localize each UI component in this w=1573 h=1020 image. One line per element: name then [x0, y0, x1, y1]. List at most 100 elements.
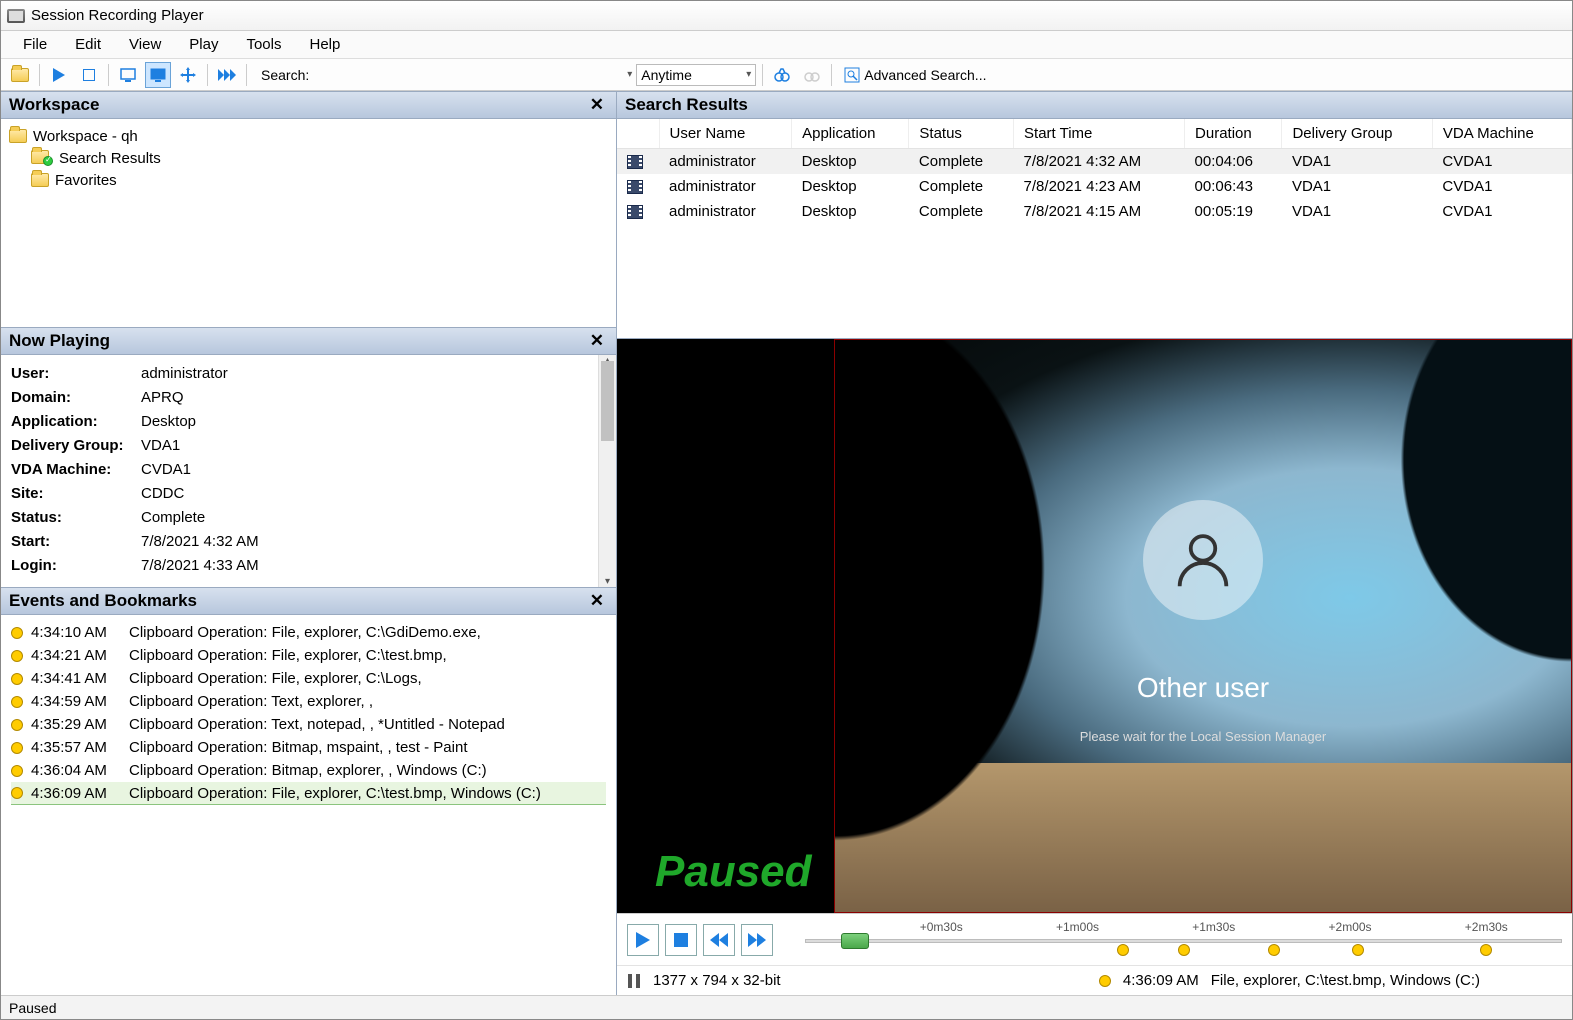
separator	[108, 64, 109, 86]
scroll-thumb[interactable]	[601, 361, 614, 441]
advanced-search-icon	[844, 67, 860, 83]
event-marker[interactable]	[1480, 944, 1492, 956]
film-icon	[627, 180, 643, 194]
column-header[interactable]: Start Time	[1014, 119, 1185, 149]
menu-edit[interactable]: Edit	[61, 32, 115, 57]
cell-start: 7/8/2021 4:32 AM	[1014, 149, 1185, 175]
stop-control-button[interactable]	[665, 924, 697, 956]
column-header[interactable]: Application	[792, 119, 909, 149]
column-header[interactable]: Status	[909, 119, 1014, 149]
event-text: Clipboard Operation: Bitmap, mspaint, , …	[129, 739, 468, 756]
tick-label: +2m30s	[1465, 920, 1508, 934]
event-text: Clipboard Operation: Text, notepad, , *U…	[129, 716, 505, 733]
folder-icon	[31, 173, 49, 187]
event-marker[interactable]	[1117, 944, 1129, 956]
event-dot-icon	[1099, 975, 1111, 987]
statusbar: Paused	[1, 995, 1572, 1019]
play-control-button[interactable]	[627, 924, 659, 956]
events-close-button[interactable]: ✕	[586, 591, 608, 611]
stop-button[interactable]	[76, 62, 102, 88]
rewind-button[interactable]	[703, 924, 735, 956]
event-dot-icon	[11, 765, 23, 777]
search-results-header: Search Results	[617, 91, 1572, 119]
cell-start: 7/8/2021 4:23 AM	[1014, 174, 1185, 199]
now-playing-close-button[interactable]: ✕	[586, 331, 608, 351]
column-header[interactable]: VDA Machine	[1432, 119, 1571, 149]
event-row[interactable]: 4:34:10 AMClipboard Operation: File, exp…	[11, 621, 606, 644]
time-filter-dropdown[interactable]: Anytime	[636, 64, 756, 86]
binoculars-grey-icon	[804, 67, 820, 83]
cell-start: 7/8/2021 4:15 AM	[1014, 199, 1185, 224]
please-wait-label: Please wait for the Local Session Manage…	[1080, 729, 1326, 744]
play-button[interactable]	[46, 62, 72, 88]
menu-play[interactable]: Play	[175, 32, 232, 57]
np-label: VDA Machine:	[11, 461, 141, 478]
cell-user: administrator	[659, 149, 792, 175]
menu-file[interactable]: File	[9, 32, 61, 57]
event-row[interactable]: 4:36:09 AMClipboard Operation: File, exp…	[11, 782, 606, 805]
forward-button[interactable]	[741, 924, 773, 956]
actual-size-button[interactable]	[145, 62, 171, 88]
slider-thumb[interactable]	[841, 933, 869, 949]
search-results-body: User NameApplicationStatusStart TimeDura…	[617, 119, 1572, 339]
player-viewport[interactable]: Other user Please wait for the Local Ses…	[617, 339, 1572, 913]
workspace-close-button[interactable]: ✕	[586, 95, 608, 115]
event-marker[interactable]	[1268, 944, 1280, 956]
column-header[interactable]: Delivery Group	[1282, 119, 1432, 149]
separator	[246, 64, 247, 86]
tree-item-favorites[interactable]: Favorites	[31, 169, 608, 191]
cell-status: Complete	[909, 174, 1014, 199]
fast-forward-icon	[218, 69, 236, 81]
event-row[interactable]: 4:36:04 AMClipboard Operation: Bitmap, e…	[11, 759, 606, 782]
workspace-tree: Workspace - qh Search Results Favorites	[1, 119, 616, 327]
workspace-root-label: Workspace - qh	[33, 128, 138, 145]
table-row[interactable]: administratorDesktopComplete7/8/2021 4:1…	[617, 199, 1572, 224]
search-input[interactable]	[313, 64, 623, 86]
open-button[interactable]	[7, 62, 33, 88]
event-row[interactable]: 4:34:59 AMClipboard Operation: Text, exp…	[11, 690, 606, 713]
np-value: VDA1	[141, 437, 180, 454]
status-text: Paused	[9, 1000, 56, 1016]
menu-help[interactable]: Help	[296, 32, 355, 57]
events-list: 4:34:10 AMClipboard Operation: File, exp…	[1, 615, 616, 995]
advanced-search-button[interactable]: Advanced Search...	[838, 67, 992, 83]
cell-dg: VDA1	[1282, 149, 1432, 175]
timeline-slider[interactable]: +0m30s +1m00s +1m30s +2m00s +2m30s	[805, 924, 1562, 956]
tree-item-search-results[interactable]: Search Results	[31, 147, 608, 169]
np-value: CDDC	[141, 485, 184, 502]
pan-button[interactable]	[175, 62, 201, 88]
event-dot-icon	[11, 627, 23, 639]
event-marker[interactable]	[1352, 944, 1364, 956]
tick-label: +1m00s	[1056, 920, 1099, 934]
event-row[interactable]: 4:35:57 AMClipboard Operation: Bitmap, m…	[11, 736, 606, 759]
window-fit-button[interactable]	[115, 62, 141, 88]
workspace-header: Workspace ✕	[1, 91, 616, 119]
menu-tools[interactable]: Tools	[232, 32, 295, 57]
scroll-down-icon[interactable]: ▾	[599, 576, 616, 587]
event-row[interactable]: 4:35:29 AMClipboard Operation: Text, not…	[11, 713, 606, 736]
monitor-icon	[120, 68, 136, 82]
event-text: Clipboard Operation: Bitmap, explorer, ,…	[129, 762, 487, 779]
now-playing-title: Now Playing	[9, 331, 110, 351]
table-row[interactable]: administratorDesktopComplete7/8/2021 4:2…	[617, 174, 1572, 199]
table-row[interactable]: administratorDesktopComplete7/8/2021 4:3…	[617, 149, 1572, 175]
column-header[interactable]: User Name	[659, 119, 792, 149]
play-icon	[636, 932, 650, 948]
tick-label: +0m30s	[920, 920, 963, 934]
paused-overlay: Paused	[655, 847, 812, 897]
now-playing-scrollbar[interactable]: ▴ ▾	[598, 355, 616, 587]
event-dot-icon	[11, 673, 23, 685]
workspace-root[interactable]: Workspace - qh	[9, 125, 608, 147]
event-time: 4:34:21 AM	[31, 647, 121, 664]
separator	[39, 64, 40, 86]
search-go-button[interactable]	[769, 62, 795, 88]
np-label: Start:	[11, 533, 141, 550]
pause-icon	[627, 974, 641, 988]
binoculars-icon	[774, 67, 790, 83]
menu-view[interactable]: View	[115, 32, 175, 57]
event-row[interactable]: 4:34:21 AMClipboard Operation: File, exp…	[11, 644, 606, 667]
skip-button[interactable]	[214, 62, 240, 88]
column-header[interactable]: Duration	[1185, 119, 1282, 149]
event-row[interactable]: 4:34:41 AMClipboard Operation: File, exp…	[11, 667, 606, 690]
event-marker[interactable]	[1178, 944, 1190, 956]
